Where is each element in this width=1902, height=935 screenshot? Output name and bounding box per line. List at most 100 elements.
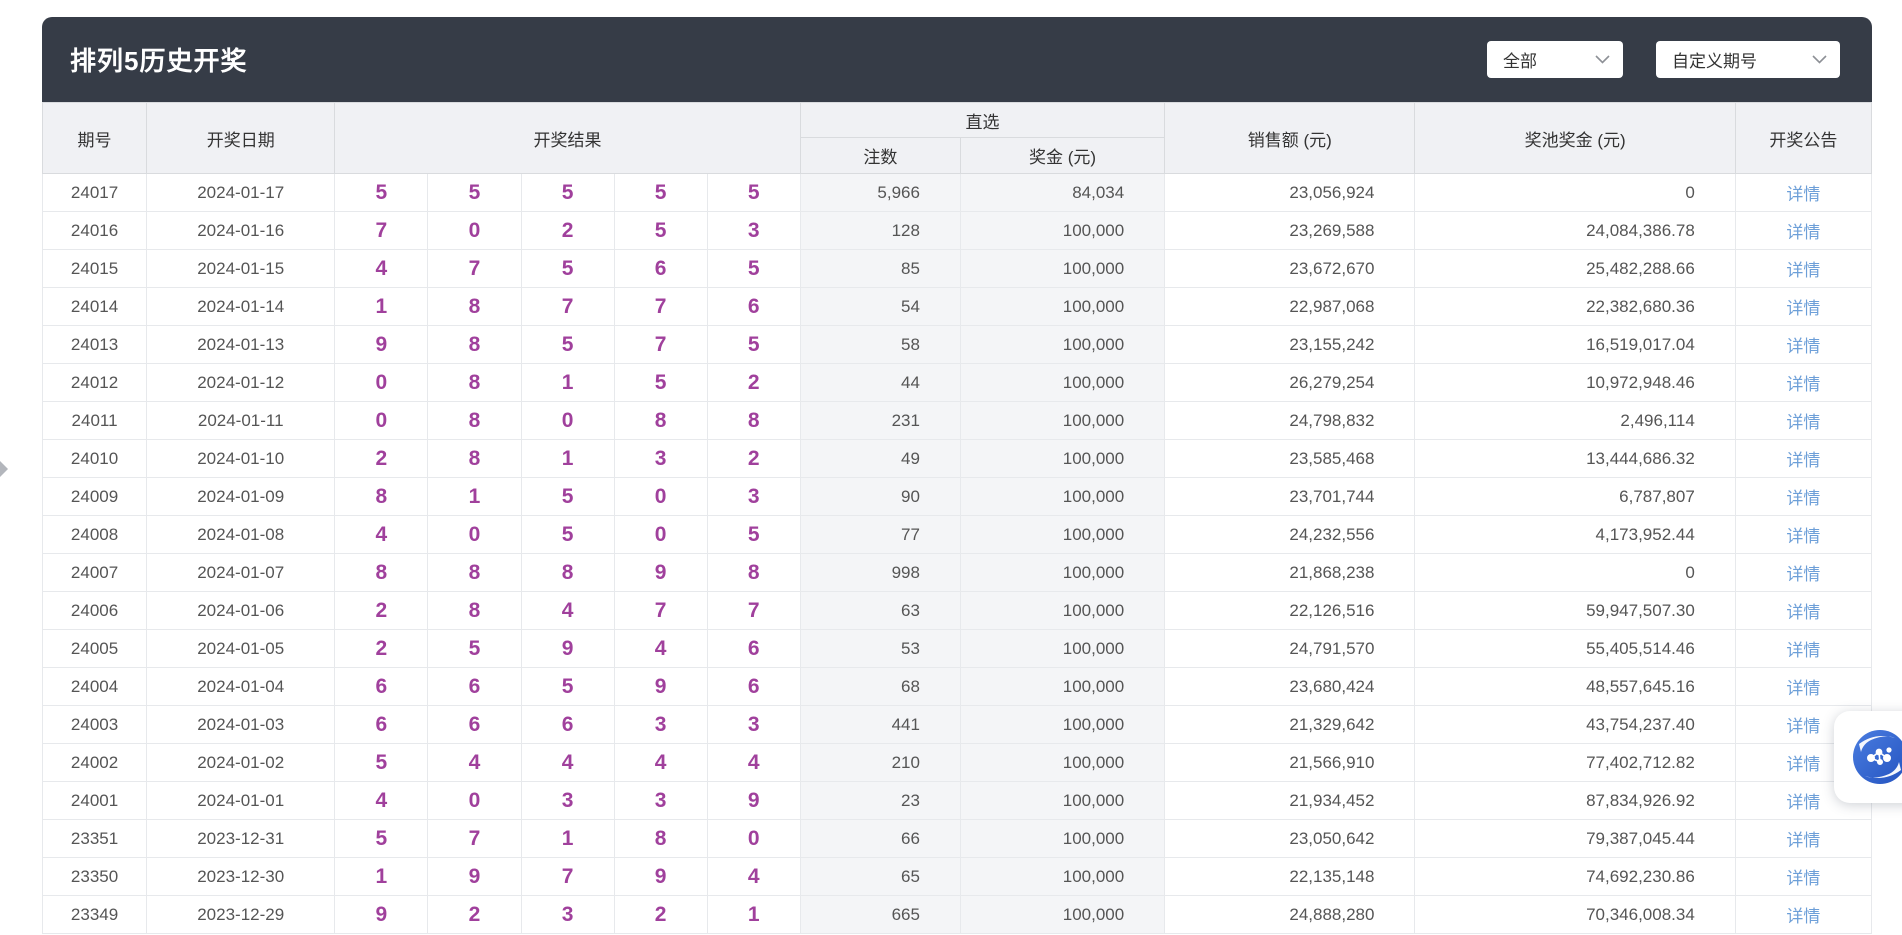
cell-draw-number-3: 5 — [521, 668, 614, 706]
cell-draw-number-1: 7 — [335, 212, 428, 250]
detail-link[interactable]: 详情 — [1786, 527, 1820, 546]
cell-announcement: 详情 — [1735, 820, 1871, 858]
cell-draw-number-2: 5 — [428, 174, 521, 212]
filter-dropdown-all[interactable]: 全部 — [1487, 41, 1623, 78]
table-row: 24012 2024-01-12 0 8 1 5 2 44 100,000 26… — [43, 364, 1872, 402]
chevron-down-icon — [1595, 55, 1610, 64]
panel-collapse-handle[interactable] — [0, 461, 8, 477]
cell-announcement: 详情 — [1735, 858, 1871, 896]
table-row: 24014 2024-01-14 1 8 7 7 6 54 100,000 22… — [43, 288, 1872, 326]
cell-bets: 5,966 — [800, 174, 960, 212]
cell-draw-number-1: 5 — [335, 174, 428, 212]
cell-bets: 77 — [800, 516, 960, 554]
detail-link[interactable]: 详情 — [1786, 185, 1820, 204]
cell-date: 2024-01-10 — [147, 440, 335, 478]
cell-date: 2024-01-16 — [147, 212, 335, 250]
cell-sales: 21,329,642 — [1165, 706, 1415, 744]
cell-jackpot: 24,084,386.78 — [1415, 212, 1735, 250]
cell-jackpot: 59,947,507.30 — [1415, 592, 1735, 630]
floating-widget-button[interactable] — [1834, 711, 1902, 803]
table-row: 24006 2024-01-06 2 8 4 7 7 63 100,000 22… — [43, 592, 1872, 630]
cell-date: 2023-12-29 — [147, 896, 335, 934]
cell-prize: 100,000 — [960, 592, 1164, 630]
table-row: 24001 2024-01-01 4 0 3 3 9 23 100,000 21… — [43, 782, 1872, 820]
cell-draw-number-1: 9 — [335, 896, 428, 934]
table-row: 23350 2023-12-30 1 9 7 9 4 65 100,000 22… — [43, 858, 1872, 896]
detail-link[interactable]: 详情 — [1786, 565, 1820, 584]
col-header-announcement: 开奖公告 — [1735, 103, 1871, 174]
cell-jackpot: 16,519,017.04 — [1415, 326, 1735, 364]
cell-draw-number-1: 4 — [335, 250, 428, 288]
filter-dropdown-all-value: 全部 — [1503, 47, 1537, 72]
cell-draw-number-5: 4 — [707, 744, 800, 782]
cell-draw-number-4: 7 — [614, 326, 707, 364]
cell-period: 24004 — [43, 668, 147, 706]
cell-draw-number-4: 4 — [614, 744, 707, 782]
chevron-down-icon — [1812, 55, 1827, 64]
cell-draw-number-4: 9 — [614, 668, 707, 706]
cell-period: 24015 — [43, 250, 147, 288]
detail-link[interactable]: 详情 — [1786, 223, 1820, 242]
detail-link[interactable]: 详情 — [1786, 679, 1820, 698]
table-row: 24007 2024-01-07 8 8 8 9 8 998 100,000 2… — [43, 554, 1872, 592]
detail-link[interactable]: 详情 — [1786, 831, 1820, 850]
table-row: 24002 2024-01-02 5 4 4 4 4 210 100,000 2… — [43, 744, 1872, 782]
filter-dropdown-period[interactable]: 自定义期号 — [1656, 41, 1840, 78]
cell-draw-number-4: 4 — [614, 630, 707, 668]
detail-link[interactable]: 详情 — [1786, 489, 1820, 508]
cell-jackpot: 4,173,952.44 — [1415, 516, 1735, 554]
cell-announcement: 详情 — [1735, 896, 1871, 934]
cell-draw-number-2: 8 — [428, 440, 521, 478]
cell-prize: 100,000 — [960, 250, 1164, 288]
cell-prize: 100,000 — [960, 478, 1164, 516]
detail-link[interactable]: 详情 — [1786, 907, 1820, 926]
cell-period: 23350 — [43, 858, 147, 896]
cell-jackpot: 70,346,008.34 — [1415, 896, 1735, 934]
detail-link[interactable]: 详情 — [1786, 337, 1820, 356]
cell-draw-number-3: 4 — [521, 744, 614, 782]
cell-prize: 100,000 — [960, 288, 1164, 326]
cell-period: 24016 — [43, 212, 147, 250]
cell-draw-number-2: 7 — [428, 250, 521, 288]
cell-date: 2024-01-15 — [147, 250, 335, 288]
cell-draw-number-3: 5 — [521, 478, 614, 516]
cell-draw-number-2: 4 — [428, 744, 521, 782]
cell-date: 2024-01-12 — [147, 364, 335, 402]
detail-link[interactable]: 详情 — [1786, 755, 1820, 774]
cell-draw-number-4: 7 — [614, 592, 707, 630]
detail-link[interactable]: 详情 — [1786, 603, 1820, 622]
cell-jackpot: 55,405,514.46 — [1415, 630, 1735, 668]
detail-link[interactable]: 详情 — [1786, 451, 1820, 470]
cell-draw-number-4: 5 — [614, 364, 707, 402]
detail-link[interactable]: 详情 — [1786, 793, 1820, 812]
cell-announcement: 详情 — [1735, 250, 1871, 288]
results-table: 期号 开奖日期 开奖结果 直选 销售额 (元) 奖池奖金 (元) 开奖公告 注数… — [42, 102, 1872, 934]
cell-draw-number-4: 2 — [614, 896, 707, 934]
cell-draw-number-3: 4 — [521, 592, 614, 630]
cell-jackpot: 13,444,686.32 — [1415, 440, 1735, 478]
cell-date: 2023-12-31 — [147, 820, 335, 858]
cell-draw-number-1: 6 — [335, 668, 428, 706]
detail-link[interactable]: 详情 — [1786, 717, 1820, 736]
detail-link[interactable]: 详情 — [1786, 299, 1820, 318]
detail-link[interactable]: 详情 — [1786, 261, 1820, 280]
cell-draw-number-5: 7 — [707, 592, 800, 630]
col-header-period: 期号 — [43, 103, 147, 174]
detail-link[interactable]: 详情 — [1786, 413, 1820, 432]
cell-draw-number-4: 0 — [614, 516, 707, 554]
cell-date: 2024-01-05 — [147, 630, 335, 668]
detail-link[interactable]: 详情 — [1786, 641, 1820, 660]
cell-draw-number-5: 8 — [707, 402, 800, 440]
detail-link[interactable]: 详情 — [1786, 375, 1820, 394]
cell-draw-number-4: 6 — [614, 250, 707, 288]
cell-prize: 100,000 — [960, 668, 1164, 706]
table-row: 24015 2024-01-15 4 7 5 6 5 85 100,000 23… — [43, 250, 1872, 288]
detail-link[interactable]: 详情 — [1786, 869, 1820, 888]
cell-jackpot: 10,972,948.46 — [1415, 364, 1735, 402]
cell-draw-number-1: 5 — [335, 820, 428, 858]
cell-prize: 100,000 — [960, 402, 1164, 440]
cell-draw-number-2: 8 — [428, 288, 521, 326]
cell-draw-number-3: 9 — [521, 630, 614, 668]
cell-jackpot: 43,754,237.40 — [1415, 706, 1735, 744]
cell-draw-number-2: 5 — [428, 630, 521, 668]
